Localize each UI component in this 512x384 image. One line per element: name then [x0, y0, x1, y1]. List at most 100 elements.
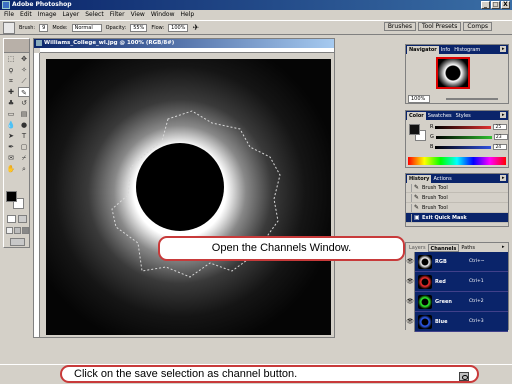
- panel-menu-icon[interactable]: ▸: [500, 244, 506, 250]
- color-r-slider[interactable]: [435, 125, 492, 129]
- tab-channels[interactable]: Channels: [427, 244, 460, 252]
- tab-swatches[interactable]: Swatches: [426, 112, 454, 120]
- crop-tool-icon[interactable]: ⌗: [5, 76, 17, 86]
- navigator-zoom-slider[interactable]: [446, 98, 498, 100]
- quick-mask-mode-icon[interactable]: [18, 215, 27, 223]
- eyedropper-tool-icon[interactable]: ⌿: [18, 153, 30, 163]
- tab-styles[interactable]: Styles: [454, 112, 473, 120]
- healing-brush-tool-icon[interactable]: ✚: [5, 87, 17, 97]
- palette-well-tool-presets[interactable]: Tool Presets: [417, 22, 462, 31]
- history-state[interactable]: ✎ Brush Tool: [406, 183, 508, 193]
- channel-row-blue[interactable]: 👁 Blue Ctrl+3: [406, 311, 508, 332]
- document-title-bar[interactable]: Williams_College_wl.jpg @ 100% (RGB/8#): [34, 39, 334, 48]
- lasso-tool-icon[interactable]: ϙ: [5, 65, 17, 75]
- path-selection-tool-icon[interactable]: ➤: [5, 131, 17, 141]
- history-source-box[interactable]: [406, 193, 412, 202]
- channel-row-rgb[interactable]: 👁 RGB Ctrl+~: [406, 251, 508, 272]
- save-selection-instruction-text: Click on the save selection as channel b…: [74, 368, 298, 380]
- opacity-label: Opacity:: [105, 24, 127, 31]
- menu-filter[interactable]: Filter: [110, 10, 125, 20]
- channel-row-red[interactable]: 👁 Red Ctrl+1: [406, 271, 508, 292]
- menu-window[interactable]: Window: [151, 10, 175, 20]
- menu-file[interactable]: File: [4, 10, 14, 20]
- blur-tool-icon[interactable]: 💧: [5, 120, 17, 130]
- navigator-thumbnail[interactable]: [436, 57, 470, 89]
- brush-size-picker[interactable]: 9: [39, 23, 49, 32]
- tab-color[interactable]: Color: [407, 112, 426, 120]
- panel-menu-icon[interactable]: ▸: [500, 112, 506, 118]
- color-r-value[interactable]: 25: [493, 124, 508, 130]
- dodge-tool-icon[interactable]: ●: [18, 120, 30, 130]
- history-source-box[interactable]: [406, 203, 412, 212]
- history-state-label: Brush Tool: [422, 184, 448, 191]
- pen-tool-icon[interactable]: ✒: [5, 142, 17, 152]
- eye-icon[interactable]: 👁: [406, 251, 415, 272]
- eye-icon[interactable]: 👁: [406, 311, 415, 332]
- horizontal-ruler[interactable]: [40, 48, 334, 53]
- history-source-box[interactable]: [406, 183, 412, 192]
- shape-tool-icon[interactable]: ▢: [18, 142, 30, 152]
- jump-to-imageready-icon[interactable]: [10, 238, 25, 246]
- menu-edit[interactable]: Edit: [20, 10, 32, 20]
- palette-well-comps[interactable]: Comps: [463, 22, 492, 31]
- menu-view[interactable]: View: [131, 10, 145, 20]
- standard-mode-icon[interactable]: [7, 215, 16, 223]
- color-foreground-swatch[interactable]: [409, 124, 420, 135]
- history-state-selected[interactable]: ▣ Exit Quick Mask: [406, 213, 508, 223]
- history-state[interactable]: ✎ Brush Tool: [406, 203, 508, 213]
- minimize-button[interactable]: _: [481, 1, 490, 9]
- foreground-color-swatch[interactable]: [6, 191, 17, 202]
- clone-stamp-tool-icon[interactable]: ♣: [5, 98, 17, 108]
- color-g-slider[interactable]: [435, 135, 492, 139]
- save-selection-as-channel-button[interactable]: [459, 372, 469, 381]
- notes-tool-icon[interactable]: ✉: [5, 153, 17, 163]
- tab-paths[interactable]: Paths: [459, 244, 477, 252]
- move-tool-icon[interactable]: ✥: [18, 54, 30, 64]
- channel-list: 👁 RGB Ctrl+~ 👁 Red Ctrl+1 👁 Green Ctrl+2 👁 Blue Ctr…: [406, 251, 508, 332]
- channel-row-green[interactable]: 👁 Green Ctrl+2: [406, 291, 508, 312]
- tab-navigator[interactable]: Navigator: [407, 46, 439, 54]
- history-state[interactable]: ✎ Brush Tool: [406, 193, 508, 203]
- vertical-ruler[interactable]: [34, 53, 40, 337]
- palette-well-brushes[interactable]: Brushes: [383, 22, 416, 31]
- eraser-tool-icon[interactable]: ▭: [5, 109, 17, 119]
- hand-tool-icon[interactable]: ✋: [5, 164, 17, 174]
- panel-menu-icon[interactable]: ▸: [500, 46, 506, 52]
- opacity-field[interactable]: 55%: [130, 23, 148, 32]
- navigator-zoom-field[interactable]: 100%: [408, 95, 430, 103]
- tab-histogram[interactable]: Histogram: [452, 46, 482, 54]
- magic-wand-tool-icon[interactable]: ✧: [18, 65, 30, 75]
- screen-mode-full-icon[interactable]: [22, 227, 29, 234]
- slice-tool-icon[interactable]: ⟋: [18, 76, 30, 86]
- tab-info[interactable]: Info: [439, 46, 452, 54]
- eye-icon[interactable]: 👁: [406, 271, 415, 292]
- eye-icon[interactable]: 👁: [406, 291, 415, 312]
- menu-image[interactable]: Image: [38, 10, 57, 20]
- marquee-tool-icon[interactable]: ⬚: [5, 54, 17, 64]
- history-source-box[interactable]: [406, 213, 412, 222]
- menu-select[interactable]: Select: [85, 10, 104, 20]
- color-g-value[interactable]: 23: [493, 134, 508, 140]
- color-b-value[interactable]: 24: [493, 144, 508, 150]
- brush-tool-preset-icon[interactable]: [3, 21, 15, 34]
- screen-mode-full-menu-icon[interactable]: [14, 227, 21, 234]
- color-spectrum-ramp[interactable]: [408, 157, 506, 165]
- image-canvas[interactable]: [46, 59, 331, 335]
- screen-mode-standard-icon[interactable]: [6, 227, 13, 234]
- tab-history[interactable]: History: [407, 175, 432, 183]
- mode-select[interactable]: Normal: [71, 23, 102, 32]
- airbrush-icon[interactable]: ✈: [192, 23, 199, 32]
- zoom-tool-icon[interactable]: ⌕: [18, 164, 30, 174]
- menu-layer[interactable]: Layer: [62, 10, 79, 20]
- brush-tool-icon[interactable]: ✎: [18, 87, 30, 97]
- flow-field[interactable]: 100%: [168, 23, 189, 32]
- close-button[interactable]: X: [501, 1, 510, 9]
- color-b-slider[interactable]: [435, 145, 492, 149]
- gradient-tool-icon[interactable]: ▤: [18, 109, 30, 119]
- menu-help[interactable]: Help: [181, 10, 195, 20]
- tab-actions[interactable]: Actions: [431, 175, 453, 183]
- panel-menu-icon[interactable]: ▸: [500, 175, 506, 181]
- history-brush-tool-icon[interactable]: ↺: [18, 98, 30, 108]
- type-tool-icon[interactable]: T: [18, 131, 30, 141]
- maximize-button[interactable]: □: [491, 1, 500, 9]
